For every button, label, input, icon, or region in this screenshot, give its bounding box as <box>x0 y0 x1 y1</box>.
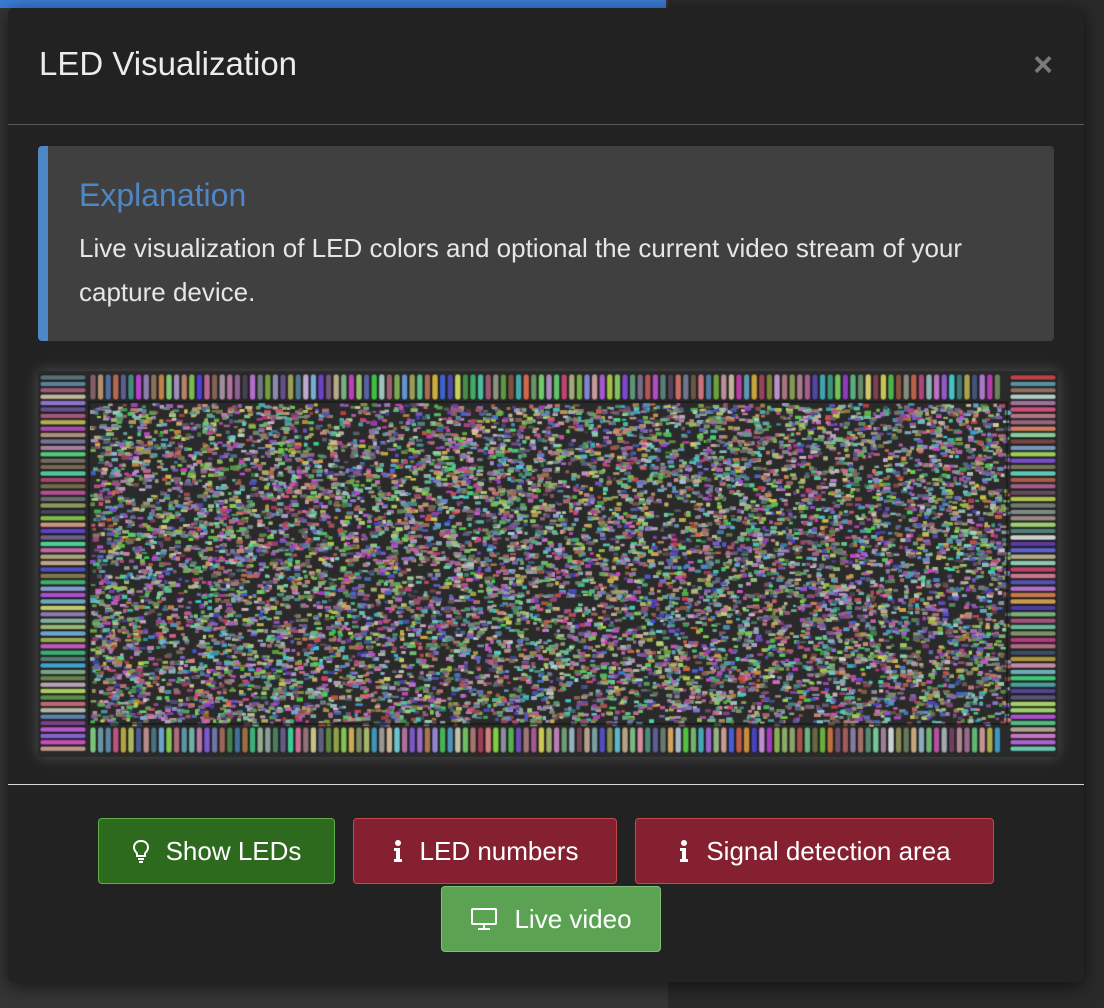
led-numbers-button[interactable]: LED numbers <box>353 818 617 884</box>
background-top-bar <box>0 0 666 8</box>
signal-detection-area-button[interactable]: Signal detection area <box>635 818 994 884</box>
modal-title: LED Visualization <box>39 45 298 82</box>
show-leds-label: Show LEDs <box>165 835 302 866</box>
live-video-label: Live video <box>514 903 632 934</box>
explanation-callout: Explanation Live visualization of LED co… <box>38 146 1054 341</box>
led-visualization-area <box>38 371 1058 757</box>
led-numbers-label: LED numbers <box>419 835 579 866</box>
led-canvas <box>38 371 1058 757</box>
modal-footer: Show LEDs LED numbers Signal detection a… <box>8 784 1084 983</box>
explanation-text: Live visualization of LED colors and opt… <box>79 233 963 307</box>
info-icon <box>678 839 690 863</box>
close-icon: × <box>1033 46 1053 84</box>
led-visualization-modal: LED Visualization × Explanation Live vis… <box>8 8 1084 982</box>
explanation-title: Explanation <box>79 177 247 213</box>
show-leds-button[interactable]: Show LEDs <box>98 818 335 884</box>
live-video-button[interactable]: Live video <box>441 886 661 952</box>
modal-header: LED Visualization × <box>8 8 1084 125</box>
close-button[interactable]: × <box>1028 48 1058 82</box>
signal-detection-area-label: Signal detection area <box>706 835 951 866</box>
lightbulb-icon <box>132 839 150 863</box>
monitor-icon <box>470 907 498 931</box>
info-icon <box>392 839 404 863</box>
